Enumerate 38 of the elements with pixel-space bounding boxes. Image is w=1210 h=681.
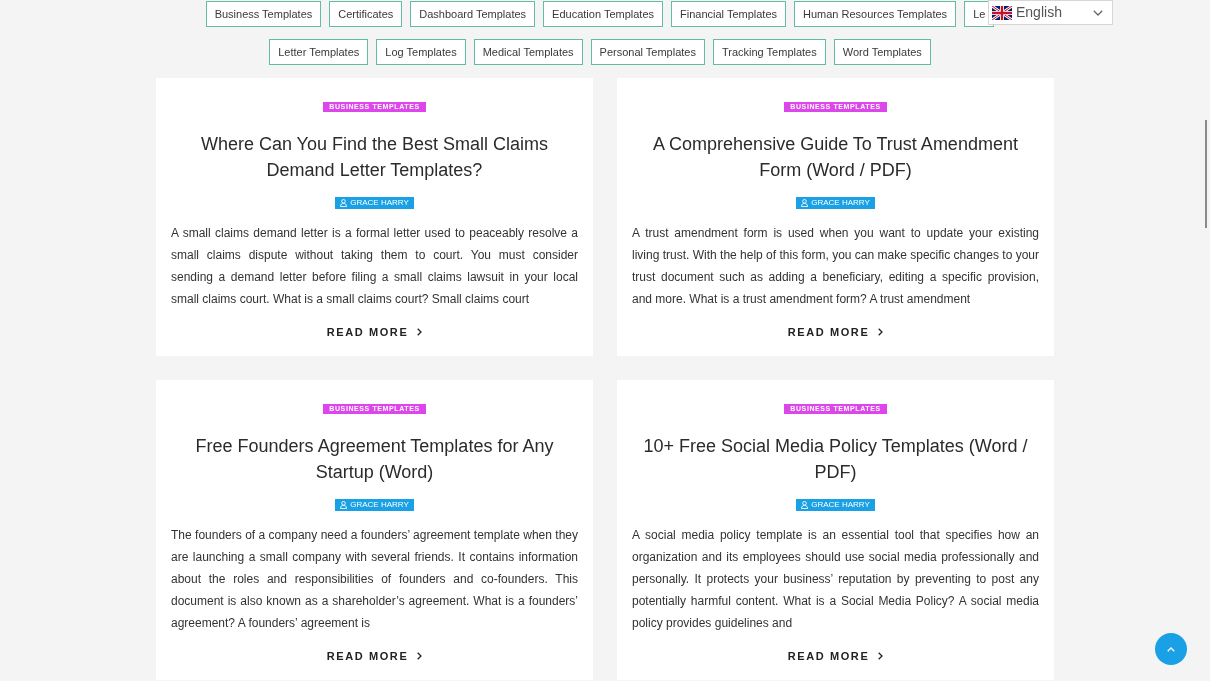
chevron-up-icon xyxy=(1167,646,1175,652)
flag-icon xyxy=(992,5,1012,20)
category-tag[interactable]: Human Resources Templates xyxy=(794,1,957,27)
category-tag[interactable]: Financial Templates xyxy=(671,1,787,27)
post-excerpt: A social media policy template is an essential tool that specifies how an organization and its employees should use social media professionally and personally. It protects your business’ reputation by preventing to post any potentially harmful content. What is a Social Media Policy? A social media policy provides guidelines and xyxy=(631,527,1040,632)
post-excerpt: A small claims demand letter is a formal letter used to peaceably resolve a small claims dispute without taking them to court. You must consider sending a demand letter before filing a small claims lawsuit in your local small claims court. What is a small claims court? Small claims court xyxy=(170,225,579,308)
post-excerpt: A trust amendment form is used when you want to update your existing living trust. With the help of this form, you can make specific changes to your trust document such as adding a beneficiary, editing a specific provision, and more. What is a trust amendment form? A trust amendment xyxy=(631,225,1040,308)
scroll-to-top-button[interactable] xyxy=(1155,633,1187,665)
category-tag[interactable]: Business Templates xyxy=(205,1,322,27)
user-icon xyxy=(801,199,809,207)
chevron-right-icon xyxy=(417,328,423,336)
read-more-link[interactable]: READ MORE xyxy=(787,325,884,339)
post-title[interactable]: A Comprehensive Guide To Trust Amendment Form (Word / PDF) xyxy=(631,131,1040,183)
category-tag[interactable]: Medical Templates xyxy=(473,39,583,65)
user-icon xyxy=(340,501,348,509)
category-tag[interactable]: Education Templates xyxy=(543,1,663,27)
category-tag[interactable]: Log Templates xyxy=(376,39,466,65)
post-title[interactable]: Free Founders Agreement Templates for Any Startup (Word) xyxy=(170,433,579,485)
category-tag[interactable]: Dashboard Templates xyxy=(410,1,536,27)
category-tag[interactable]: Certificates xyxy=(329,1,403,27)
chevron-right-icon xyxy=(417,652,423,660)
post-title[interactable]: 10+ Free Social Media Policy Templates (Word / PDF) xyxy=(631,433,1040,485)
read-more-link[interactable]: READ MORE xyxy=(326,325,423,339)
read-more-link[interactable]: READ MORE xyxy=(326,649,423,663)
category-tag[interactable]: Personal Templates xyxy=(590,39,705,65)
category-tag[interactable]: Tracking Templates xyxy=(712,39,826,65)
user-icon xyxy=(801,501,809,509)
post-excerpt: The founders of a company need a founders’ agreement template when they are launching a small company with several friends. It contains information about the roles and responsibilities of founders and co-founders. This document is also known as a shareholder’s agreement. What is a founders’ agreement? A founders’ agreement is xyxy=(170,527,579,632)
category-tag[interactable]: Letter Templates xyxy=(269,39,369,65)
user-icon xyxy=(340,199,348,207)
category-tag[interactable]: Word Templates xyxy=(833,39,931,65)
read-more-link[interactable]: READ MORE xyxy=(787,649,884,663)
scrollbar-thumb[interactable] xyxy=(1205,120,1207,228)
chevron-down-icon xyxy=(1093,9,1103,16)
post-title[interactable]: Where Can You Find the Best Small Claims Demand Letter Templates? xyxy=(170,131,579,183)
chevron-right-icon xyxy=(878,652,884,660)
chevron-right-icon xyxy=(878,328,884,336)
language-select[interactable]: English xyxy=(988,0,1113,25)
